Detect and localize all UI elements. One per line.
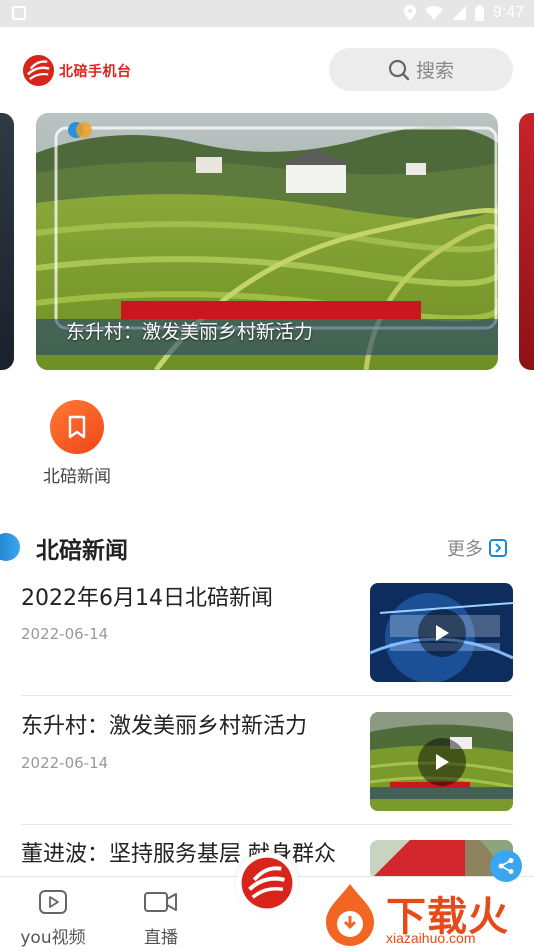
section-marker bbox=[0, 533, 20, 561]
carousel-prev-card[interactable] bbox=[0, 113, 14, 370]
more-link[interactable]: 更多 bbox=[447, 535, 507, 561]
search-icon bbox=[388, 59, 410, 80]
bookmark-icon bbox=[50, 400, 104, 454]
signal-icon bbox=[451, 6, 466, 20]
news-date: 2022-06-14 bbox=[21, 625, 109, 643]
app-logo[interactable]: 北碚手机台 bbox=[22, 54, 132, 87]
news-item[interactable]: 2022年6月14日北碚新闻 2022-06-14 bbox=[21, 583, 513, 711]
news-title: 东升村：激发美丽乡村新活力 bbox=[21, 714, 308, 739]
banner-caption: 东升村：激发美丽乡村新活力 bbox=[66, 321, 314, 343]
location-icon bbox=[403, 5, 416, 21]
play-square-icon bbox=[39, 890, 67, 914]
nav-you-video[interactable]: you视频 bbox=[13, 889, 93, 948]
logo-mark-icon bbox=[241, 857, 293, 909]
nav-live[interactable]: 直播 bbox=[121, 889, 201, 948]
status-icons: 9:47 bbox=[403, 4, 524, 22]
search-placeholder: 搜索 bbox=[415, 60, 454, 82]
news-date: 2022-06-14 bbox=[21, 754, 109, 772]
news-thumbnail bbox=[370, 712, 513, 811]
share-button[interactable] bbox=[490, 850, 522, 882]
divider bbox=[21, 695, 513, 696]
watermark-url: xiazaihuo.com bbox=[386, 930, 476, 946]
nav-label: you视频 bbox=[20, 928, 86, 948]
status-bar: 9:47 bbox=[0, 0, 534, 27]
news-item[interactable]: 东升村：激发美丽乡村新活力 2022-06-14 bbox=[21, 711, 513, 839]
search-bar[interactable]: 搜索 bbox=[329, 48, 513, 91]
video-camera-icon bbox=[144, 892, 177, 912]
center-home-button[interactable] bbox=[236, 852, 298, 914]
logo-mark-icon bbox=[22, 54, 55, 87]
banner-caption-area: 东升村：激发美丽乡村新活力 bbox=[36, 313, 498, 357]
shortcut-label: 北碚新闻 bbox=[43, 467, 111, 487]
clock: 9:47 bbox=[492, 4, 524, 21]
share-icon bbox=[498, 858, 514, 874]
more-label: 更多 bbox=[447, 539, 483, 560]
divider bbox=[21, 824, 513, 825]
nav-label: 直播 bbox=[144, 928, 178, 948]
section-title: 北碚新闻 bbox=[36, 538, 128, 564]
carousel-next-card[interactable] bbox=[519, 113, 534, 370]
app-screen: 9:47 北碚手机台 搜索 东升村：激发美丽乡村新活力 北碚新闻 北碚新闻 更多… bbox=[0, 0, 534, 950]
news-title: 2022年6月14日北碚新闻 bbox=[21, 586, 273, 611]
chevron-right-icon bbox=[489, 539, 507, 557]
news-title: 董进波：坚持服务基层 献身群众 bbox=[21, 842, 336, 867]
play-icon bbox=[417, 737, 466, 786]
watermark: 下载火 xiazaihuo.com bbox=[318, 880, 534, 950]
play-icon bbox=[417, 608, 466, 657]
battery-icon bbox=[474, 5, 484, 21]
flame-logo-icon bbox=[326, 884, 374, 946]
logo-text: 北碚手机台 bbox=[59, 63, 132, 80]
notification-icon bbox=[12, 6, 26, 20]
news-thumbnail bbox=[370, 583, 513, 682]
wifi-icon bbox=[424, 6, 443, 20]
shortcut-beibei-news[interactable]: 北碚新闻 bbox=[36, 400, 118, 487]
